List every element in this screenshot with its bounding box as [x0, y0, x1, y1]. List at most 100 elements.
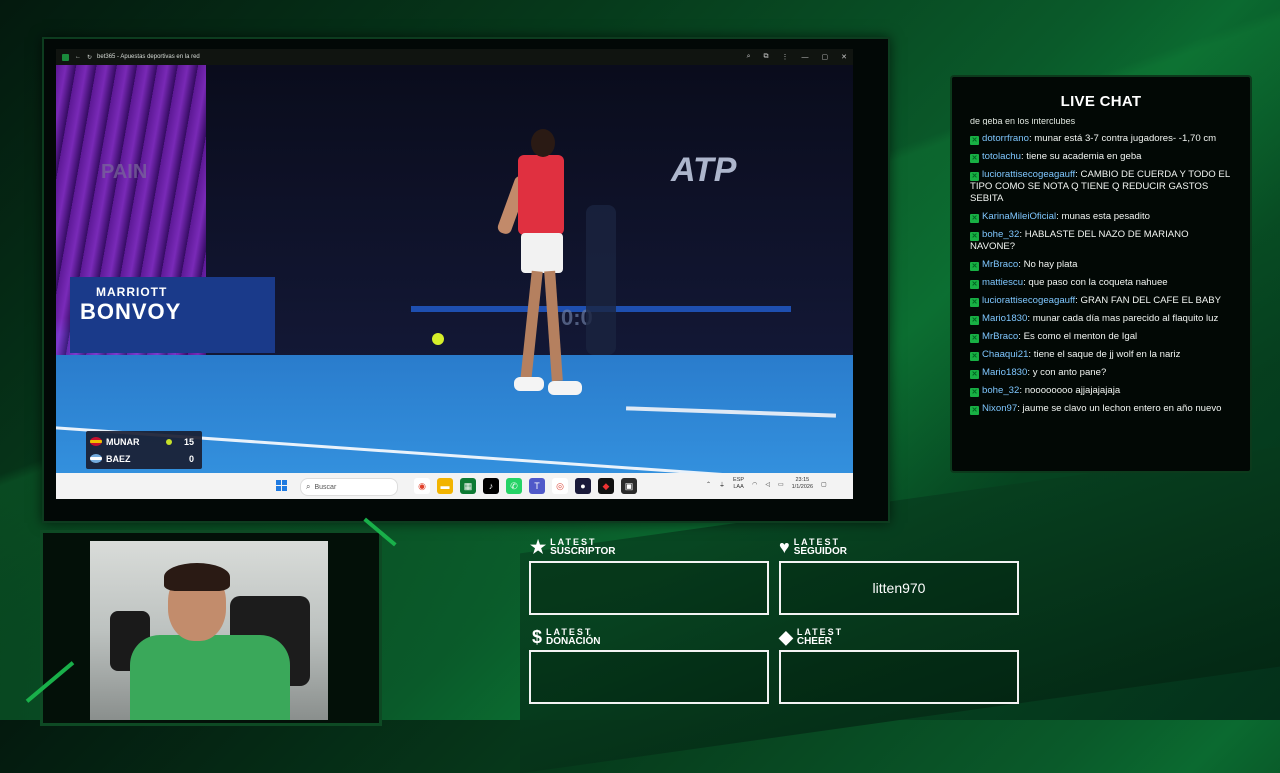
player-score: 15 — [183, 436, 194, 447]
tennis-video[interactable]: PAIN ATP 0:0 MARRIOTT BONVOY MUNAR 15 BA… — [56, 65, 853, 473]
chat-message: ✕ totolachu: tiene su academia en geba — [970, 151, 1232, 163]
chat-message: ✕ dotorrfrano: munar está 3-7 contra juga… — [970, 133, 1232, 145]
player-name: BAEZ — [106, 453, 131, 464]
tennis-ball — [432, 333, 444, 345]
chat-text: que paso con la coqueta nahuee — [1028, 277, 1168, 288]
subscriber-badge-icon: ✕ — [970, 316, 979, 325]
star-icon: ★ — [530, 537, 547, 557]
battery-icon[interactable]: ▭ — [778, 481, 784, 488]
scoreboard-row: BAEZ 0 — [90, 450, 198, 467]
excel-icon[interactable]: ▦ — [460, 478, 476, 494]
label-big: SUSCRIPTOR — [550, 546, 616, 557]
latest-suscriptor-label: ★ LATEST SUSCRIPTOR — [530, 537, 616, 557]
file-explorer-icon[interactable]: ▬ — [437, 478, 453, 494]
scoreboard-row: MUNAR 15 — [90, 433, 198, 450]
chat-text: jaume se clavo un lechon entero en año n… — [1022, 403, 1222, 414]
heart-icon: ♥ — [779, 537, 790, 557]
streamer-hair — [164, 563, 230, 591]
chat-message-partial: de geba en los interclubes — [970, 118, 1076, 125]
latest-donacion-label: $ LATEST DONACIÓN — [532, 628, 600, 647]
tiktok-icon[interactable]: ♪ — [483, 478, 499, 494]
mic-icon[interactable]: ⏚ — [719, 480, 725, 489]
chat-username[interactable]: totolachu — [982, 151, 1021, 162]
chat-username[interactable]: dotorrfrano — [982, 133, 1029, 144]
teams-icon[interactable]: T — [529, 478, 545, 494]
subscriber-badge-icon: ✕ — [970, 370, 979, 379]
chat-username[interactable]: luciorattisecogeagauff — [982, 169, 1075, 180]
chat-username[interactable]: KarinaMileiOficial — [982, 211, 1056, 222]
back-arrow-icon[interactable]: ← — [75, 54, 81, 60]
browser-window: ← ↻ bet365 - Apuestas deportivas en la r… — [56, 49, 853, 499]
tab-title: bet365 - Apuestas deportivas en la red — [97, 54, 200, 60]
chat-message: ✕ MrBraco: No hay plata — [970, 259, 1232, 271]
chat-message: ✕ KarinaMileiOficial: munas esta pesadito — [970, 211, 1232, 223]
diamond-icon: ◆ — [779, 627, 793, 647]
copilot-icon[interactable]: ◉ — [414, 478, 430, 494]
subscriber-badge-icon: ✕ — [970, 334, 979, 343]
taskbar-clock[interactable]: 23:15 1/1/2026 — [792, 477, 813, 491]
subscriber-badge-icon: ✕ — [970, 136, 979, 145]
notification-icon[interactable]: ▢ — [821, 481, 827, 488]
chat-username[interactable]: MrBraco — [982, 331, 1018, 342]
subscriber-badge-icon: ✕ — [970, 388, 979, 397]
chat-text: No hay plata — [1023, 259, 1078, 270]
spain-flag-icon — [90, 437, 102, 446]
maximize-button[interactable]: ▢ — [822, 53, 829, 61]
subscriber-badge-icon: ✕ — [970, 232, 979, 241]
label-big: SEGUIDOR — [793, 546, 848, 557]
player-score: 0 — [188, 453, 194, 464]
chat-message: ✕ mattiescu: que paso con la coqueta nahu… — [970, 277, 1232, 289]
close-button[interactable]: ✕ — [841, 53, 847, 61]
chat-username[interactable]: Mario1830 — [982, 313, 1027, 324]
clock-time: 23:15 — [795, 477, 810, 483]
subscriber-badge-icon: ✕ — [970, 154, 979, 163]
chat-text: y con anto pane? — [1032, 367, 1107, 378]
chat-text: tiene su academia en geba — [1026, 151, 1142, 162]
tennis-player — [496, 115, 586, 455]
refresh-icon[interactable]: ↻ — [87, 54, 92, 61]
chat-text: tiene el saque de jj wolf en la nariz — [1033, 349, 1181, 360]
chat-username[interactable]: bohe_32 — [982, 229, 1019, 240]
search-icon[interactable]: ⌕ — [747, 53, 751, 61]
chat-text: munar está 3-7 contra jugadores- -1,70 c… — [1034, 133, 1217, 144]
chat-username[interactable]: Nixon97 — [982, 403, 1017, 414]
scoreboard: MUNAR 15 BAEZ 0 — [86, 431, 202, 469]
app-icon[interactable]: ◆ — [598, 478, 614, 494]
language-indicator[interactable]: ESP LAA — [733, 477, 744, 491]
wifi-icon[interactable]: ◠ — [752, 481, 757, 488]
chat-username[interactable]: Mario1830 — [982, 367, 1027, 378]
chat-username[interactable]: Chaaqui21 — [982, 349, 1028, 360]
subscriber-badge-icon: ✕ — [970, 298, 979, 307]
subscriber-badge-icon: ✕ — [970, 280, 979, 289]
system-tray: ⌃ ⏚ ESP LAA ◠ ◁ ▭ 23:15 1/1/2026 ▢ — [706, 477, 827, 491]
sponsor-line2: BONVOY — [80, 299, 182, 324]
chat-message: ✕ Nixon97: jaume se clavo un lechon enter… — [970, 403, 1232, 415]
chat-text: noooooooo ajjajajajaja — [1024, 385, 1121, 396]
subscriber-badge-icon: ✕ — [970, 262, 979, 271]
sponsor-line1: MARRIOTT — [96, 285, 168, 299]
chat-username[interactable]: bohe_32 — [982, 385, 1019, 396]
extensions-icon[interactable]: ⧉ — [764, 53, 769, 61]
chat-text: munas esta pesadito — [1061, 211, 1150, 222]
chat-username[interactable]: MrBraco — [982, 259, 1018, 270]
browser-titlebar: ← ↻ bet365 - Apuestas deportivas en la r… — [56, 49, 853, 65]
taskbar-search[interactable]: ⌕ Buscar — [300, 478, 398, 496]
obs-icon[interactable]: ● — [575, 478, 591, 494]
terminal-icon[interactable]: ▣ — [621, 478, 637, 494]
chat-text: Es como el menton de Igal — [1023, 331, 1138, 342]
line-judge — [586, 205, 616, 355]
live-chat-panel: LIVE CHAT de geba en los interclubes ✕ do… — [950, 75, 1252, 473]
chat-message: ✕ bohe_32: HABLASTE DEL NAZO DE MARIANO N… — [970, 229, 1232, 253]
more-menu-icon[interactable]: ⋮ — [782, 53, 789, 61]
volume-icon[interactable]: ◁ — [765, 481, 770, 488]
chat-username[interactable]: luciorattisecogeagauff — [982, 295, 1075, 306]
start-button[interactable] — [276, 480, 288, 492]
serve-indicator-icon — [166, 438, 172, 445]
chrome-icon[interactable]: ◎ — [552, 478, 568, 494]
chevron-up-icon[interactable]: ⌃ — [706, 481, 711, 488]
chat-username[interactable]: mattiescu — [982, 277, 1023, 288]
whatsapp-icon[interactable]: ✆ — [506, 478, 522, 494]
chat-message: ✕ MrBraco: Es como el menton de Igal — [970, 331, 1232, 343]
search-placeholder: Buscar — [314, 483, 337, 491]
minimize-button[interactable]: — — [802, 54, 809, 61]
